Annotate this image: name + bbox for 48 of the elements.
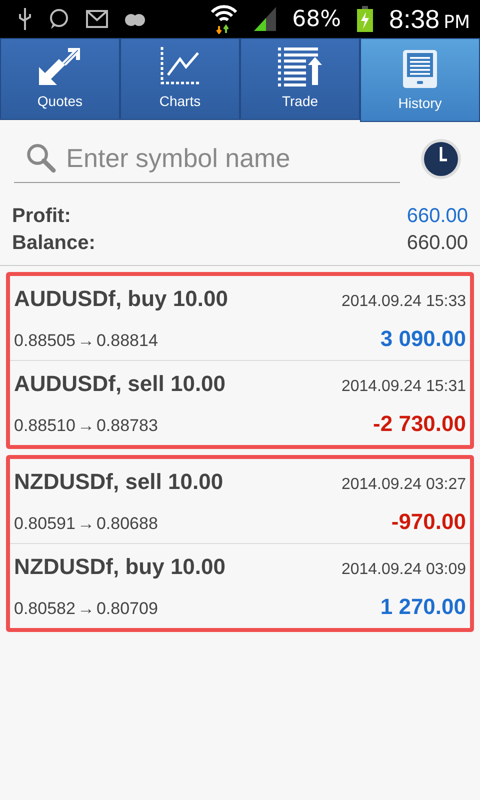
arrow-glyph: → <box>77 416 94 436</box>
open-price: 0.80591 <box>14 514 76 534</box>
arrows-icon <box>37 47 83 87</box>
deal-time: 2014.09.24 03:27 <box>341 476 466 494</box>
battery-percent: 68% <box>292 6 341 32</box>
deal-result: -970.00 <box>391 509 466 535</box>
search-field[interactable]: Enter symbol name <box>64 142 400 174</box>
deal-title: NZDUSDf, sell 10.00 <box>14 469 224 495</box>
deal-result: -2 730.00 <box>373 411 466 437</box>
open-price: 0.88505 <box>14 331 76 351</box>
arrow-glyph: → <box>77 331 94 351</box>
deal-time: 2014.09.24 15:33 <box>341 293 466 311</box>
clock-time: 8:38 <box>389 4 440 34</box>
usb-icon <box>18 8 32 30</box>
chat-icon <box>48 8 70 30</box>
arrow-glyph: → <box>77 514 94 534</box>
close-price: 0.80688 <box>96 514 158 534</box>
tab[interactable]: Quotes <box>0 38 120 120</box>
open-price: 0.88510 <box>14 416 76 436</box>
close-price: 0.88783 <box>96 416 158 436</box>
clock-period: PM <box>444 12 470 32</box>
close-price: 0.88814 <box>96 331 158 351</box>
signal-icon <box>254 7 276 31</box>
summary-label: Profit: <box>12 205 71 228</box>
open-price: 0.80582 <box>14 599 76 619</box>
summary-label: Balance: <box>12 232 96 255</box>
deal-title: AUDUSDf, sell 10.00 <box>14 371 226 397</box>
wifi-icon <box>210 4 238 34</box>
list-arrow-icon <box>278 45 322 87</box>
deal-time: 2014.09.24 15:31 <box>341 378 466 396</box>
deal-time: 2014.09.24 03:09 <box>341 561 466 579</box>
line-chart-icon <box>158 45 202 87</box>
close-price: 0.80709 <box>96 599 158 619</box>
deal-title: AUDUSDf, buy 10.00 <box>14 286 228 312</box>
tab[interactable]: History <box>360 38 480 122</box>
summary-value: 660.00 <box>406 205 468 228</box>
mail-icon <box>86 10 108 28</box>
tab[interactable]: Trade <box>240 38 360 120</box>
deal-title: NZDUSDf, buy 10.00 <box>14 554 226 580</box>
search-icon <box>26 141 56 175</box>
clock-icon[interactable] <box>420 138 462 180</box>
tab[interactable]: Charts <box>120 38 240 120</box>
battery-charging-icon <box>357 6 373 32</box>
arrow-glyph: → <box>77 599 94 619</box>
summary-value: 660.00 <box>406 232 468 255</box>
deal-result: 3 090.00 <box>380 326 466 352</box>
document-icon <box>402 49 438 89</box>
deal-result: 1 270.00 <box>380 594 466 620</box>
